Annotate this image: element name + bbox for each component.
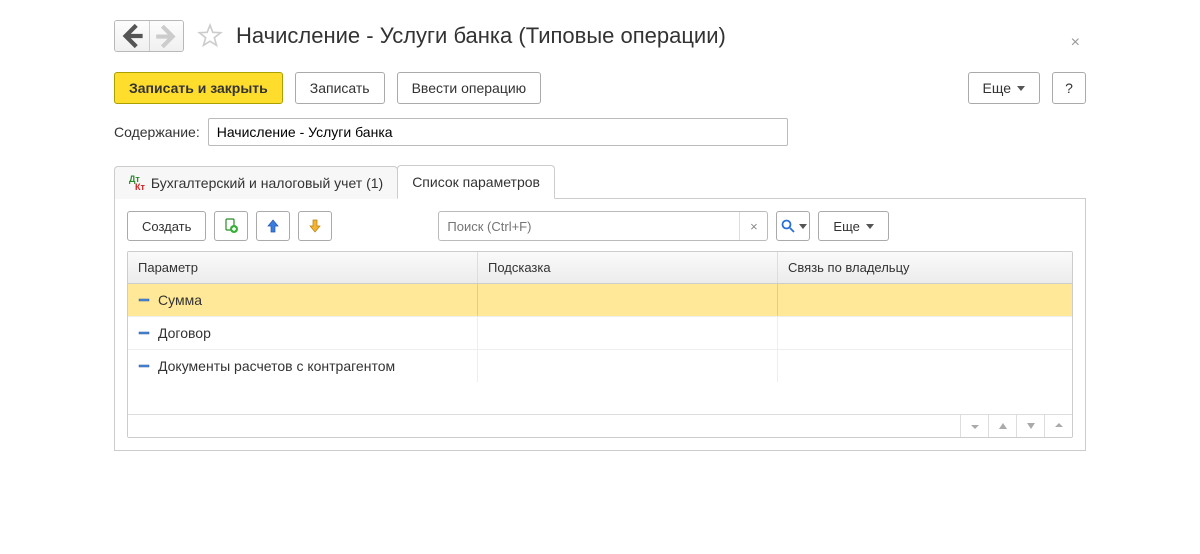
star-icon bbox=[197, 23, 223, 49]
more-button[interactable]: Еще bbox=[968, 72, 1041, 104]
arrow-down-icon bbox=[307, 218, 323, 234]
search-options-button[interactable] bbox=[776, 211, 810, 241]
document-plus-icon bbox=[223, 218, 239, 234]
content-field-row: Содержание: bbox=[114, 118, 1086, 146]
chevron-down-icon bbox=[1017, 86, 1025, 91]
help-button[interactable]: ? bbox=[1052, 72, 1086, 104]
bar-up-icon bbox=[970, 421, 980, 431]
pager-last[interactable] bbox=[1044, 415, 1072, 437]
chevron-down-icon bbox=[799, 224, 807, 229]
move-down-button[interactable] bbox=[298, 211, 332, 241]
main-toolbar: Записать и закрыть Записать Ввести опера… bbox=[114, 72, 1086, 104]
favorite-star-button[interactable] bbox=[196, 22, 224, 50]
parameter-icon bbox=[138, 364, 150, 368]
td-hint bbox=[478, 317, 778, 349]
td-owner bbox=[778, 284, 1072, 316]
tab-parameters[interactable]: Список параметров bbox=[397, 165, 555, 199]
tab-parameters-label: Список параметров bbox=[412, 174, 540, 190]
td-owner bbox=[778, 350, 1072, 382]
table-body: Сумма Договор Документы расчетов с контраг… bbox=[128, 284, 1072, 414]
tab-accounting-label: Бухгалтерский и налоговый учет (1) bbox=[151, 175, 383, 191]
tabs: ДтКт Бухгалтерский и налоговый учет (1) … bbox=[114, 164, 1086, 199]
td-param: Сумма bbox=[128, 284, 478, 316]
more-label: Еще bbox=[983, 80, 1012, 96]
nav-forward-button[interactable] bbox=[149, 21, 183, 51]
td-param: Документы расчетов с контрагентом bbox=[128, 350, 478, 382]
search-input[interactable] bbox=[439, 212, 739, 240]
td-owner bbox=[778, 317, 1072, 349]
panel-more-label: Еще bbox=[833, 219, 859, 234]
header: Начисление - Услуги банка (Типовые опера… bbox=[114, 20, 1086, 52]
chevron-down-icon bbox=[866, 224, 874, 229]
move-up-button[interactable] bbox=[256, 211, 290, 241]
arrow-right-icon bbox=[150, 20, 183, 52]
param-text: Сумма bbox=[158, 292, 202, 308]
magnifier-icon bbox=[780, 218, 796, 234]
parameters-table: Параметр Подсказка Связь по владельцу Су… bbox=[127, 251, 1073, 438]
dtkt-icon: ДтКт bbox=[129, 175, 145, 191]
pager-down[interactable] bbox=[1016, 415, 1044, 437]
table-pager bbox=[128, 414, 1072, 437]
arrow-up-icon bbox=[265, 218, 281, 234]
arrow-left-icon bbox=[115, 20, 149, 52]
table-row[interactable]: Документы расчетов с контрагентом bbox=[128, 350, 1072, 382]
th-param[interactable]: Параметр bbox=[128, 252, 478, 283]
tab-accounting[interactable]: ДтКт Бухгалтерский и налоговый учет (1) bbox=[114, 166, 398, 199]
param-text: Документы расчетов с контрагентом bbox=[158, 358, 395, 374]
panel-more-button[interactable]: Еще bbox=[818, 211, 888, 241]
pager-up[interactable] bbox=[988, 415, 1016, 437]
window-close-button[interactable]: × bbox=[1071, 34, 1080, 52]
add-button[interactable] bbox=[214, 211, 248, 241]
td-hint bbox=[478, 284, 778, 316]
pager-first[interactable] bbox=[960, 415, 988, 437]
triangle-up-icon bbox=[998, 421, 1008, 431]
bar-down-icon bbox=[1054, 421, 1064, 431]
nav-buttons bbox=[114, 20, 184, 52]
th-owner[interactable]: Связь по владельцу bbox=[778, 252, 1072, 283]
table-row[interactable]: Сумма bbox=[128, 284, 1072, 317]
search-clear-button[interactable]: × bbox=[739, 212, 767, 240]
td-param: Договор bbox=[128, 317, 478, 349]
content-label: Содержание: bbox=[114, 124, 200, 140]
param-text: Договор bbox=[158, 325, 211, 341]
panel-toolbar: Создать × bbox=[127, 211, 1073, 241]
parameter-icon bbox=[138, 298, 150, 302]
table-header: Параметр Подсказка Связь по владельцу bbox=[128, 252, 1072, 284]
triangle-down-icon bbox=[1026, 421, 1036, 431]
enter-operation-button[interactable]: Ввести операцию bbox=[397, 72, 542, 104]
td-hint bbox=[478, 350, 778, 382]
th-hint[interactable]: Подсказка bbox=[478, 252, 778, 283]
parameter-icon bbox=[138, 331, 150, 335]
nav-back-button[interactable] bbox=[115, 21, 149, 51]
parameters-panel: Создать × bbox=[114, 199, 1086, 451]
create-button[interactable]: Создать bbox=[127, 211, 206, 241]
save-button[interactable]: Записать bbox=[295, 72, 385, 104]
table-row[interactable]: Договор bbox=[128, 317, 1072, 350]
save-and-close-button[interactable]: Записать и закрыть bbox=[114, 72, 283, 104]
content-input[interactable] bbox=[208, 118, 788, 146]
search-box: × bbox=[438, 211, 768, 241]
page-title: Начисление - Услуги банка (Типовые опера… bbox=[236, 23, 726, 49]
